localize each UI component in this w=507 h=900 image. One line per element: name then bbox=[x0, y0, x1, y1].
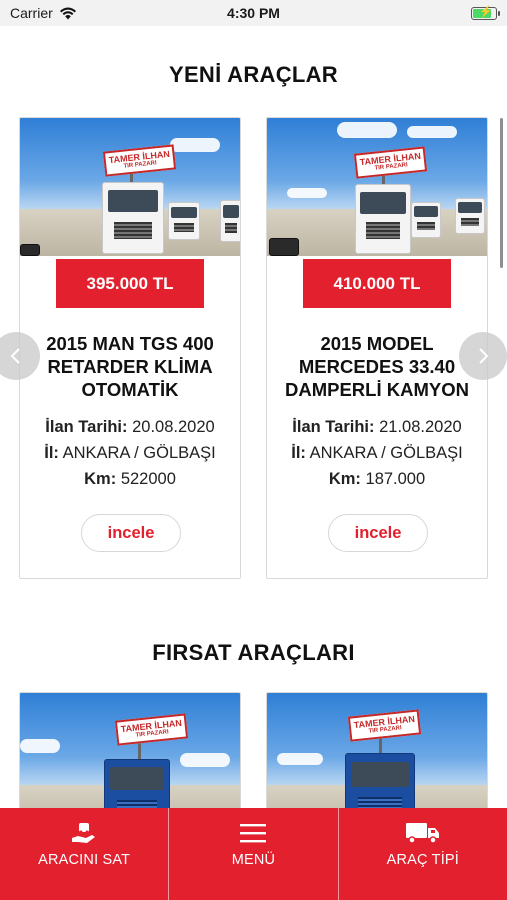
hamburger-menu-icon bbox=[240, 824, 267, 843]
section-title-deal-vehicles: FIRSAT ARAÇLARI bbox=[152, 640, 355, 665]
vehicle-title: 2015 MAN TGS 400 RETARDER KLİMA OTOMATİK bbox=[26, 332, 234, 401]
vehicle-title-line: 2015 MAN TGS 400 bbox=[46, 333, 214, 354]
vehicle-title-line: MERCEDES 33.40 bbox=[298, 356, 456, 377]
tab-sell-vehicle[interactable]: ARACINI SAT bbox=[0, 808, 168, 900]
truck-icon bbox=[405, 823, 439, 844]
carousel-next-button[interactable] bbox=[459, 332, 507, 380]
carrier-label: Carrier bbox=[10, 5, 53, 21]
incele-button[interactable]: incele bbox=[81, 514, 181, 552]
vehicle-title-line: RETARDER KLİMA bbox=[47, 356, 213, 377]
vehicle-title-line: 2015 MODEL bbox=[320, 333, 434, 354]
listing-km: Km: 522000 bbox=[84, 470, 176, 488]
tab-label: ARACINI SAT bbox=[38, 852, 131, 868]
listing-km: Km: 187.000 bbox=[328, 470, 426, 488]
price-tag: 410.000 TL bbox=[303, 259, 451, 308]
listing-date: İlan Tarihi: 20.08.2020 bbox=[45, 418, 215, 436]
bottom-tab-bar: ARACINI SAT MENÜ ARAÇ TİPİ bbox=[0, 808, 507, 900]
vehicle-photo[interactable]: TAMER İLHAN TIR PAZARI bbox=[20, 118, 240, 256]
sell-car-hand-icon bbox=[72, 823, 96, 843]
battery-charging-icon: ⚡ bbox=[471, 6, 500, 20]
vehicle-info: İlan Tarihi: 21.08.2020 İl: ANKARA / GÖL… bbox=[267, 414, 487, 492]
chevron-left-icon bbox=[10, 348, 20, 364]
chevron-right-icon bbox=[479, 348, 489, 364]
wifi-icon bbox=[59, 7, 76, 19]
incele-button[interactable]: incele bbox=[328, 514, 428, 552]
tab-menu[interactable]: MENÜ bbox=[168, 808, 337, 900]
tab-vehicle-type[interactable]: ARAÇ TİPİ bbox=[337, 808, 507, 900]
listing-city: İl: ANKARA / GÖLBAŞI bbox=[291, 444, 463, 462]
vehicle-title-line: DAMPERLİ KAMYON bbox=[285, 379, 469, 400]
status-bar: Carrier 4:30 PM ⚡ bbox=[0, 0, 507, 26]
vehicle-info: İlan Tarihi: 20.08.2020 İl: ANKARA / GÖL… bbox=[20, 414, 240, 492]
section-title-new-vehicles: YENİ ARAÇLAR bbox=[168, 62, 338, 87]
listing-city: İl: ANKARA / GÖLBAŞI bbox=[44, 444, 216, 462]
tab-label: ARAÇ TİPİ bbox=[386, 852, 460, 868]
vehicle-title: 2015 MODEL MERCEDES 33.40 DAMPERLİ KAMYO… bbox=[273, 332, 481, 401]
vehicle-card[interactable]: TAMER İLHAN TIR PAZARI 410.000 TL 2015 MO… bbox=[266, 117, 488, 579]
vehicle-photo[interactable]: TAMER İLHAN TIR PAZARI bbox=[267, 118, 487, 256]
tab-label: MENÜ bbox=[231, 852, 276, 868]
scroll-indicator[interactable] bbox=[500, 118, 503, 268]
listing-date: İlan Tarihi: 21.08.2020 bbox=[292, 418, 462, 436]
price-tag: 395.000 TL bbox=[56, 259, 204, 308]
status-left: Carrier bbox=[10, 5, 77, 21]
vehicle-title-line: OTOMATİK bbox=[81, 379, 179, 400]
vehicle-card[interactable]: TAMER İLHAN TIR PAZARI 395.000 TL 2015 MA… bbox=[19, 117, 241, 579]
